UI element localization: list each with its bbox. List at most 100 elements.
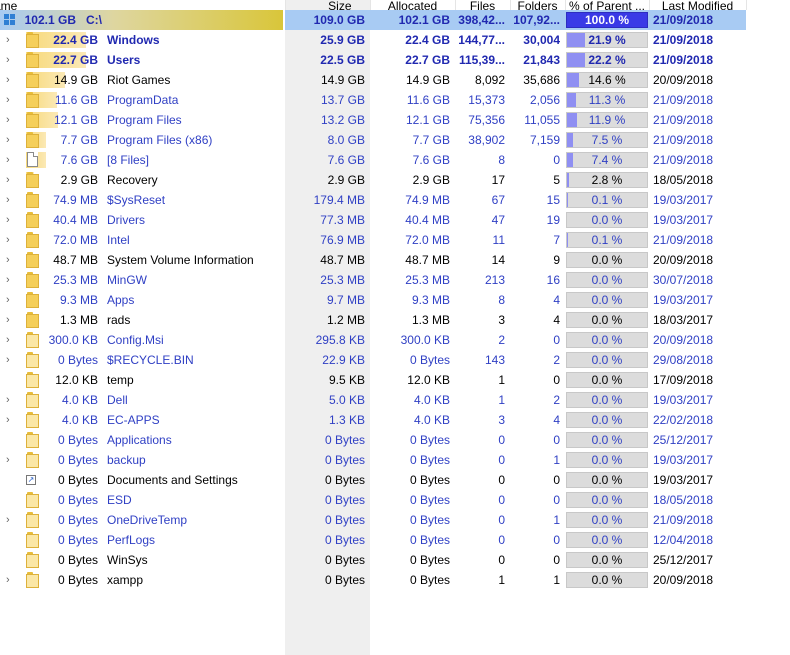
name-cell: 12.0 KB temp: [0, 370, 285, 390]
pct-parent-text: 0.0 %: [591, 513, 623, 527]
chevron-right-icon[interactable]: ›: [6, 314, 16, 326]
table-row[interactable]: › 0 Bytes OneDriveTemp 0 Bytes 0 Bytes 0 1 0.0 …: [0, 510, 746, 530]
chevron-right-icon[interactable]: ›: [6, 414, 16, 426]
table-row[interactable]: › 0 Bytes xampp 0 Bytes 0 Bytes 1 1 0.0 % 20/09/…: [0, 570, 746, 590]
folder-name: Documents and Settings: [107, 473, 238, 487]
chevron-right-icon[interactable]: ›: [6, 334, 16, 346]
chevron-right-icon[interactable]: ›: [6, 174, 16, 186]
column-header-folders[interactable]: Folders: [510, 0, 566, 10]
pct-parent-bar: 0.1 %: [566, 192, 648, 208]
last-modified-cell: 25/12/2017: [653, 553, 714, 567]
column-header-allocated[interactable]: Allocated: [370, 0, 456, 10]
pct-parent-cell: 11.9 %: [565, 110, 649, 130]
table-row[interactable]: › 9.3 MB Apps 9.7 MB 9.3 MB 8 4 0.0 % 19/03/2017: [0, 290, 746, 310]
allocated-cell: 300.0 KB: [400, 333, 450, 347]
chevron-right-icon[interactable]: ›: [6, 574, 16, 586]
folders-cell: 19: [546, 213, 560, 227]
pct-parent-cell: 0.0 %: [565, 550, 649, 570]
chevron-right-icon[interactable]: ›: [6, 254, 16, 266]
last-modified-cell: 18/03/2017: [653, 313, 714, 327]
table-row[interactable]: › 40.4 MB Drivers 77.3 MB 40.4 MB 47 19 0.0 % 19…: [0, 210, 746, 230]
column-header-name[interactable]: ame: [0, 0, 286, 10]
chevron-right-icon[interactable]: ›: [6, 514, 16, 526]
column-header-files[interactable]: Files: [455, 0, 511, 10]
chevron-right-icon[interactable]: ›: [6, 454, 16, 466]
name-cell: › 4.0 KB EC-APPS: [0, 410, 285, 430]
tree-size: 72.0 MB: [53, 233, 98, 247]
pct-parent-text: 0.0 %: [591, 213, 623, 227]
chevron-right-icon[interactable]: ›: [6, 194, 16, 206]
table-row[interactable]: › 14.9 GB Riot Games 14.9 GB 14.9 GB 8,092 35,…: [0, 70, 746, 90]
pct-parent-text: 0.0 %: [591, 573, 623, 587]
size-cell: 295.8 KB: [315, 333, 365, 347]
folders-cell: 21,843: [523, 53, 560, 67]
tree-size: 0 Bytes: [57, 493, 98, 507]
chevron-right-icon[interactable]: ›: [6, 114, 16, 126]
column-header-size[interactable]: Size: [285, 0, 371, 10]
root-allocated: 102.1 GB: [370, 10, 455, 30]
folders-cell: 0: [553, 493, 560, 507]
table-row[interactable]: › 48.7 MB System Volume Information 48.7 MB…: [0, 250, 746, 270]
table-row[interactable]: › 4.0 KB Dell 5.0 KB 4.0 KB 1 2 0.0 % 19/03/2017: [0, 390, 746, 410]
chevron-right-icon[interactable]: ›: [6, 294, 16, 306]
table-row[interactable]: › 7.6 GB [8 Files] 7.6 GB 7.6 GB 8 0 7.4 % 21/09…: [0, 150, 746, 170]
last-modified-cell: 20/09/2018: [653, 253, 714, 267]
pct-parent-text: 0.0 %: [591, 473, 623, 487]
pct-parent-bar: 0.0 %: [566, 252, 648, 268]
tree-size: 74.9 MB: [53, 193, 98, 207]
chevron-right-icon[interactable]: ›: [6, 214, 16, 226]
pct-parent-text: 0.1 %: [591, 193, 623, 207]
table-row[interactable]: 0 Bytes PerfLogs 0 Bytes 0 Bytes 0 0 0.0 % 12/0…: [0, 530, 746, 550]
table-row[interactable]: › 11.6 GB ProgramData 13.7 GB 11.6 GB 15,373 2…: [0, 90, 746, 110]
last-modified-cell: 21/09/2018: [653, 93, 714, 107]
chevron-right-icon[interactable]: ›: [6, 94, 16, 106]
tree-size: 11.6 GB: [54, 93, 98, 107]
table-row[interactable]: › 22.4 GB Windows 25.9 GB 22.4 GB 144,77... 30…: [0, 30, 746, 50]
table-row[interactable]: › 0 Bytes $RECYCLE.BIN 22.9 KB 0 Bytes 143 2 0.…: [0, 350, 746, 370]
pct-parent-text: 21.9 %: [588, 33, 626, 47]
allocated-cell: 4.0 KB: [413, 393, 450, 407]
table-row[interactable]: › 2.9 GB Recovery 2.9 GB 2.9 GB 17 5 2.8 % 18/05…: [0, 170, 746, 190]
chevron-right-icon[interactable]: ›: [6, 74, 16, 86]
size-cell: 22.9 KB: [322, 353, 365, 367]
chevron-right-icon[interactable]: ›: [6, 134, 16, 146]
pct-parent-text: 0.0 %: [591, 433, 623, 447]
table-row[interactable]: ↗ 0 Bytes Documents and Settings 0 Bytes 0 B…: [0, 470, 746, 490]
column-header-pct-parent[interactable]: % of Parent ...: [565, 0, 650, 10]
folders-cell: 9: [553, 253, 560, 267]
table-row[interactable]: › 300.0 KB Config.Msi 295.8 KB 300.0 KB 2 0 0.0…: [0, 330, 746, 350]
table-row[interactable]: › 7.7 GB Program Files (x86) 8.0 GB 7.7 GB 38…: [0, 130, 746, 150]
tree-size: 2.9 GB: [60, 173, 98, 187]
chevron-right-icon[interactable]: ›: [6, 234, 16, 246]
tree-size: 25.3 MB: [53, 273, 98, 287]
table-row[interactable]: › 72.0 MB Intel 76.9 MB 72.0 MB 11 7 0.1 % 21/09…: [0, 230, 746, 250]
tree-size: 1.3 MB: [59, 313, 98, 327]
table-row[interactable]: › 12.1 GB Program Files 13.2 GB 12.1 GB 75,35…: [0, 110, 746, 130]
tree-size: 48.7 MB: [53, 253, 98, 267]
pct-parent-text: 11.3 %: [588, 93, 626, 107]
table-row[interactable]: › 4.0 KB EC-APPS 1.3 KB 4.0 KB 3 4 0.0 % 22/02/2…: [0, 410, 746, 430]
chevron-right-icon[interactable]: ›: [6, 34, 16, 46]
root-row[interactable]: 102.1 GB C:\ 109.0 GB 102.1 GB 398,42...…: [0, 10, 746, 30]
table-row[interactable]: › 1.3 MB rads 1.2 MB 1.3 MB 3 4 0.0 % 18/03/2017: [0, 310, 746, 330]
files-cell: 3: [498, 313, 505, 327]
chevron-right-icon[interactable]: ›: [6, 394, 16, 406]
table-row[interactable]: 12.0 KB temp 9.5 KB 12.0 KB 1 0 0.0 % 17/09/201…: [0, 370, 746, 390]
chevron-right-icon[interactable]: ›: [6, 54, 16, 66]
size-cell: 2.9 GB: [327, 173, 365, 187]
table-row[interactable]: › 25.3 MB MinGW 25.3 MB 25.3 MB 213 16 0.0 % 30/…: [0, 270, 746, 290]
allocated-cell: 40.4 MB: [405, 213, 450, 227]
column-header-last-modified[interactable]: Last Modified: [649, 0, 747, 10]
table-row[interactable]: 0 Bytes ESD 0 Bytes 0 Bytes 0 0 0.0 % 18/05/201…: [0, 490, 746, 510]
table-row[interactable]: 0 Bytes Applications 0 Bytes 0 Bytes 0 0 0.0 %…: [0, 430, 746, 450]
size-cell: 0 Bytes: [324, 573, 365, 587]
chevron-right-icon[interactable]: ›: [6, 274, 16, 286]
chevron-right-icon[interactable]: ›: [6, 354, 16, 366]
table-row[interactable]: › 22.7 GB Users 22.5 GB 22.7 GB 115,39... 21,8…: [0, 50, 746, 70]
table-row[interactable]: 0 Bytes WinSys 0 Bytes 0 Bytes 0 0 0.0 % 25/12/…: [0, 550, 746, 570]
table-row[interactable]: › 0 Bytes backup 0 Bytes 0 Bytes 0 1 0.0 % 19/03…: [0, 450, 746, 470]
chevron-right-icon[interactable]: ›: [6, 154, 16, 166]
name-cell: › 0 Bytes OneDriveTemp: [0, 510, 285, 530]
folders-cell: 4: [553, 413, 560, 427]
table-row[interactable]: › 74.9 MB $SysReset 179.4 MB 74.9 MB 67 15 0.1 …: [0, 190, 746, 210]
